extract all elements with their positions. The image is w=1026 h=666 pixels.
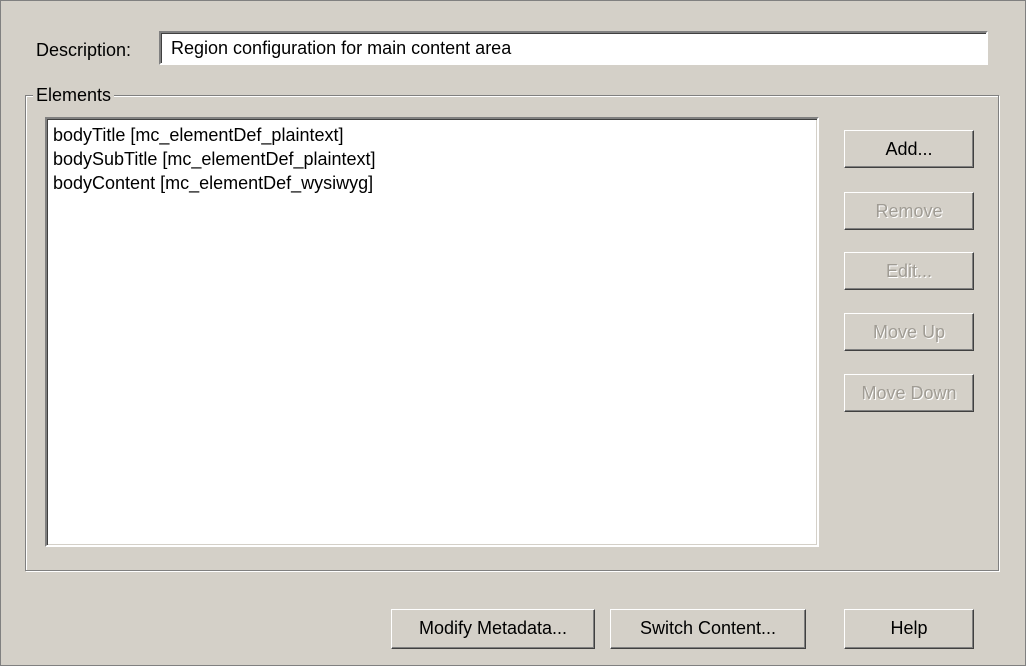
description-input[interactable]: [159, 31, 988, 65]
region-dialog: Description: Elements bodyTitle [mc_elem…: [0, 0, 1026, 666]
modify-metadata-button[interactable]: Modify Metadata...: [391, 609, 595, 649]
elements-listbox[interactable]: bodyTitle [mc_elementDef_plaintext] body…: [45, 117, 819, 547]
add-button[interactable]: Add...: [844, 130, 974, 168]
edit-button[interactable]: Edit...: [844, 252, 974, 290]
move-up-button[interactable]: Move Up: [844, 313, 974, 351]
help-button[interactable]: Help: [844, 609, 974, 649]
description-label: Description:: [36, 40, 132, 60]
remove-button[interactable]: Remove: [844, 192, 974, 230]
list-item[interactable]: bodySubTitle [mc_elementDef_plaintext]: [53, 147, 811, 171]
move-down-button[interactable]: Move Down: [844, 374, 974, 412]
elements-group-title: Elements: [33, 85, 115, 105]
list-item[interactable]: bodyContent [mc_elementDef_wysiwyg]: [53, 171, 811, 195]
list-item[interactable]: bodyTitle [mc_elementDef_plaintext]: [53, 123, 811, 147]
switch-content-button[interactable]: Switch Content...: [610, 609, 806, 649]
